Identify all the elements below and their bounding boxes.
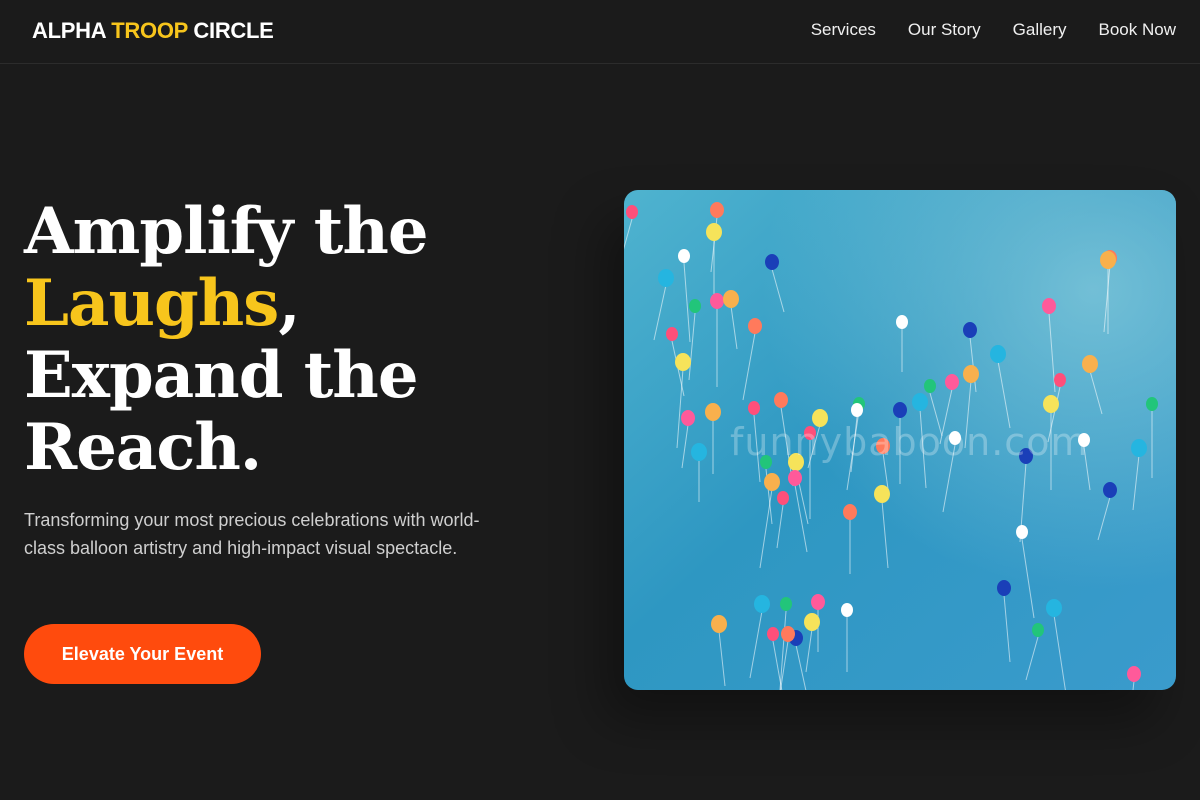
balloon [754, 595, 770, 613]
headline-highlight-suffix: , [278, 266, 300, 341]
image-watermark: funnybaboon.com [730, 420, 1089, 464]
balloon [705, 403, 721, 421]
nav-link-services[interactable]: Services [811, 20, 876, 40]
balloon [1042, 298, 1056, 314]
balloon [811, 594, 825, 610]
balloon [788, 470, 802, 486]
balloon [689, 299, 701, 313]
balloon [748, 401, 760, 415]
balloon [765, 254, 779, 270]
headline-line-3: Expand the [24, 338, 419, 413]
balloon [710, 202, 724, 218]
balloon [1100, 251, 1116, 269]
balloon [893, 402, 907, 418]
balloon [666, 327, 678, 341]
elevate-event-button[interactable]: Elevate Your Event [24, 624, 261, 684]
balloon [1131, 439, 1147, 457]
balloon [1082, 355, 1098, 373]
balloon [710, 293, 724, 309]
brand-name-part1: ALPHA [32, 18, 106, 43]
balloon [711, 615, 727, 633]
balloon [678, 249, 690, 263]
balloon [1054, 373, 1066, 387]
balloon [997, 580, 1011, 596]
balloon [945, 374, 959, 390]
balloon [1016, 525, 1028, 539]
balloon [706, 223, 722, 241]
balloon [1103, 482, 1117, 498]
brand-name-part3: CIRCLE [193, 18, 274, 43]
balloon [774, 392, 788, 408]
balloon [777, 491, 789, 505]
hero-section: Amplify the Laughs, Expand the Reach. Tr… [24, 196, 544, 562]
balloon [1043, 395, 1059, 413]
balloon [1046, 599, 1062, 617]
balloon [1032, 623, 1044, 637]
hero-headline: Amplify the Laughs, Expand the Reach. [24, 196, 544, 484]
balloon [1146, 397, 1158, 411]
balloon [681, 410, 695, 426]
balloon [843, 504, 857, 520]
balloon [963, 322, 977, 338]
balloon [1127, 666, 1141, 682]
nav-link-book-now[interactable]: Book Now [1099, 20, 1176, 40]
balloon [963, 365, 979, 383]
balloon [764, 473, 780, 491]
balloon [804, 613, 820, 631]
nav-link-our-story[interactable]: Our Story [908, 20, 981, 40]
balloon [874, 485, 890, 503]
balloon [841, 603, 853, 617]
balloon [896, 315, 908, 329]
hero-subtext: Transforming your most precious celebrat… [24, 510, 480, 558]
hero-balloons-image: funnybaboon.com [624, 190, 1176, 690]
balloon [990, 345, 1006, 363]
balloon [658, 269, 674, 287]
top-navbar: ALPHA TROOP CIRCLE Services Our Story Ga… [0, 0, 1200, 64]
balloon [723, 290, 739, 308]
balloon [748, 318, 762, 334]
balloon [912, 393, 928, 411]
brand-name-part2: TROOP [111, 18, 188, 43]
balloon [767, 627, 779, 641]
balloon [780, 597, 792, 611]
nav-link-gallery[interactable]: Gallery [1013, 20, 1067, 40]
balloon [675, 353, 691, 371]
main-nav: Services Our Story Gallery Book Now [811, 20, 1176, 40]
balloon [924, 379, 936, 393]
balloon [851, 403, 863, 417]
headline-line-4: Reach. [24, 410, 262, 485]
balloon [626, 205, 638, 219]
headline-line-1: Amplify the [24, 194, 429, 269]
headline-highlight: Laughs [24, 266, 279, 341]
balloon [691, 443, 707, 461]
balloon [781, 626, 795, 642]
brand-logo[interactable]: ALPHA TROOP CIRCLE [32, 18, 274, 44]
